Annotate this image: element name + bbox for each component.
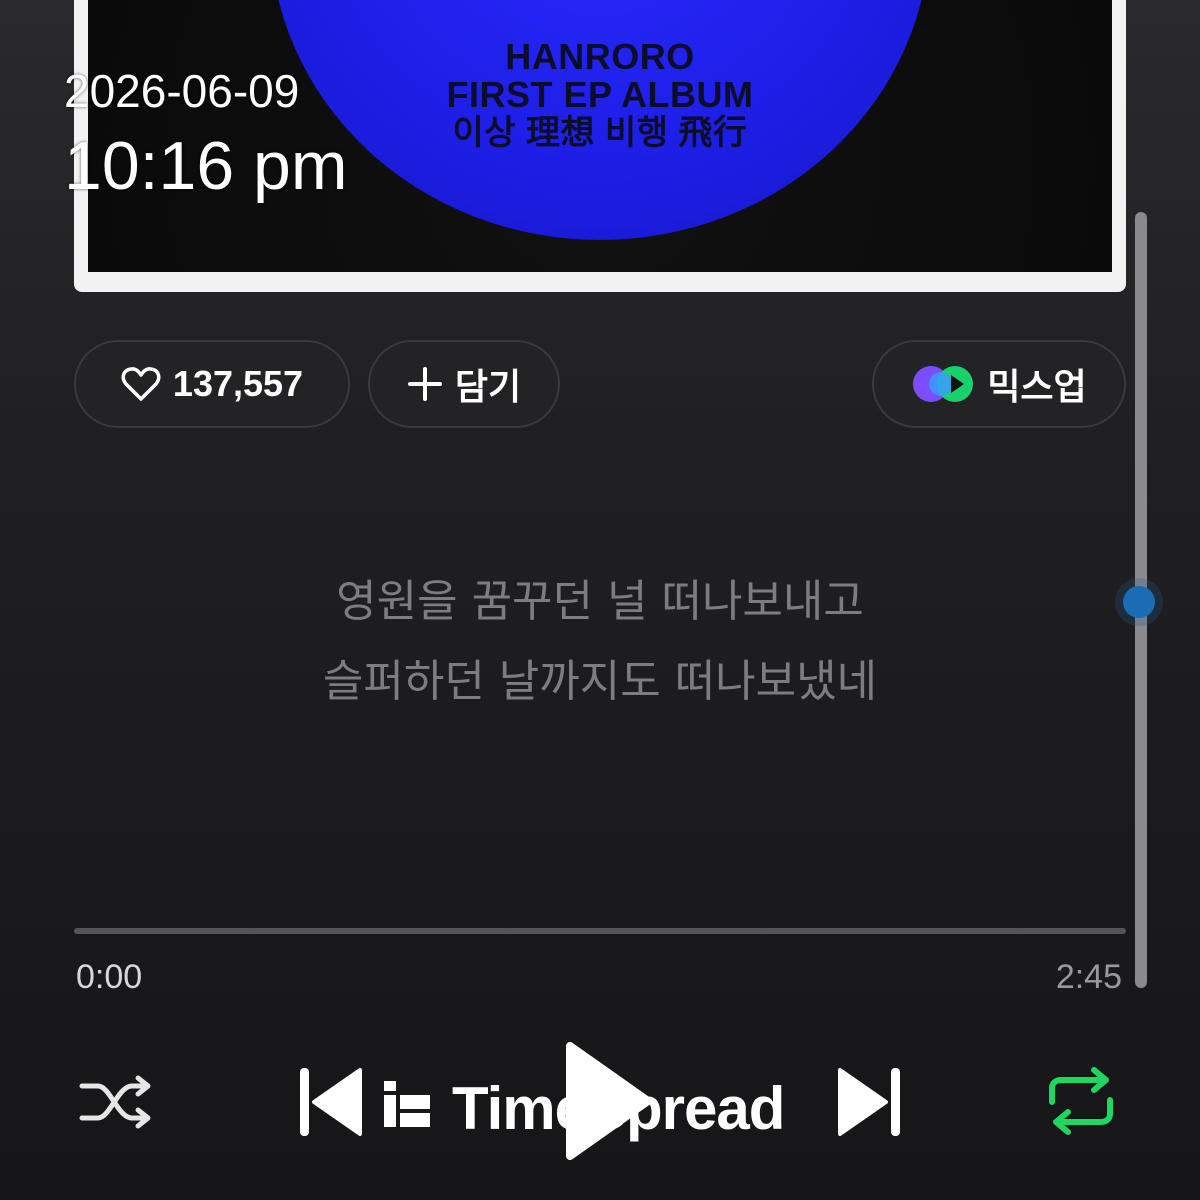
heart-icon (121, 366, 161, 402)
lyric-line: 영원을 꿈꾸던 널 떠나보내고 (336, 576, 864, 627)
current-time: 0:00 (76, 958, 143, 996)
repeat-button[interactable] (1044, 1066, 1118, 1140)
progress-bar[interactable] (74, 928, 1126, 934)
shuffle-icon (78, 1072, 154, 1136)
timestamp-time: 10:16 pm (64, 128, 348, 204)
plus-icon (407, 366, 443, 402)
repeat-icon (1044, 1066, 1118, 1140)
skip-previous-icon (296, 1062, 366, 1146)
mixup-button[interactable]: 믹스업 (872, 340, 1126, 428)
timestamp-date: 2026-06-09 (64, 65, 300, 117)
play-button[interactable] (556, 1038, 656, 1168)
timestamp-overlay: 2026-06-09 10:16 pm (64, 68, 348, 200)
skip-next-icon (834, 1062, 904, 1146)
next-button[interactable] (834, 1064, 904, 1144)
mixup-label: 믹스업 (987, 366, 1087, 407)
play-icon (556, 1036, 656, 1170)
watermark-logo-icon (382, 1074, 432, 1143)
add-to-playlist-button[interactable]: 담기 (368, 340, 560, 428)
add-label: 담기 (454, 366, 522, 407)
like-count: 137,557 (172, 363, 304, 404)
previous-button[interactable] (296, 1064, 366, 1144)
lyrics-panel[interactable]: 영원을 꿈꾸던 널 떠나보내고 슬퍼하던 날까지도 떠나보냈네 (0, 562, 1200, 722)
lyric-line: 슬퍼하던 날까지도 떠나보냈네 (322, 656, 878, 707)
mixup-icon (911, 364, 975, 404)
total-time: 2:45 (1055, 958, 1122, 996)
shuffle-button[interactable] (78, 1072, 154, 1136)
like-button[interactable]: 137,557 (74, 340, 350, 428)
